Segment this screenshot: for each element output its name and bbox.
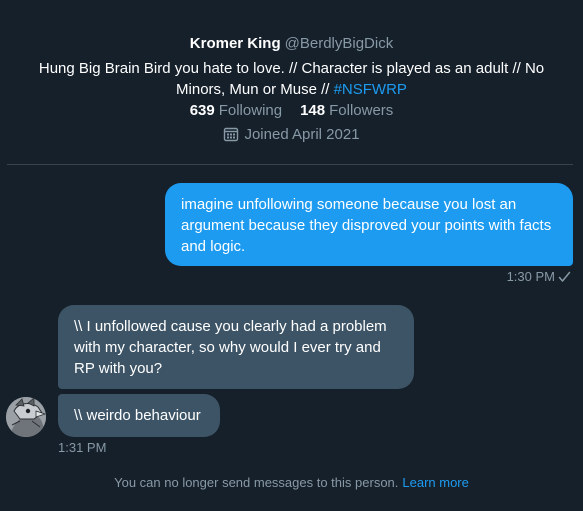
calendar-icon <box>223 126 239 148</box>
notice-text: You can no longer send messages to this … <box>114 475 399 490</box>
conversation-notice: You can no longer send messages to this … <box>0 474 583 491</box>
message-text: imagine unfollowing someone because you … <box>181 196 552 255</box>
display-name[interactable]: Kromer King <box>190 35 281 52</box>
divider <box>7 164 573 165</box>
message-timestamp-outgoing: 1:30 PM <box>507 268 571 287</box>
message-text: \\ weirdo behaviour <box>74 407 201 424</box>
user-handle[interactable]: @BerdlyBigDick <box>285 35 394 52</box>
message-bubble-incoming[interactable]: \\ I unfollowed cause you clearly had a … <box>58 305 414 389</box>
avatar[interactable] <box>6 397 46 437</box>
message-bubble-outgoing[interactable]: imagine unfollowing someone because you … <box>165 183 573 266</box>
profile-stats: 639 Following 148 Followers <box>0 101 583 121</box>
followers-count: 148 <box>300 102 326 119</box>
profile-name-line: Kromer King @BerdlyBigDick <box>0 35 583 53</box>
bio-text: Hung Big Brain Bird you hate to love. //… <box>38 60 545 98</box>
message-time: 1:31 PM <box>58 440 107 455</box>
followers-label: Followers <box>329 102 394 119</box>
following-count: 639 <box>189 102 215 119</box>
avatar-image <box>6 397 46 437</box>
checkmark-icon <box>558 270 571 287</box>
following-label: Following <box>218 102 283 119</box>
followers-link[interactable]: 148 Followers <box>300 102 393 119</box>
message-text: \\ I unfollowed cause you clearly had a … <box>74 318 387 377</box>
following-link[interactable]: 639 Following <box>190 102 282 119</box>
joined-text: Joined April 2021 <box>244 126 360 143</box>
message-time: 1:30 PM <box>506 269 555 284</box>
profile-bio: Hung Big Brain Bird you hate to love. //… <box>24 58 559 100</box>
message-bubble-incoming[interactable]: \\ weirdo behaviour <box>58 394 220 437</box>
message-timestamp-incoming: 1:31 PM <box>58 439 106 456</box>
bio-hashtag[interactable]: #NSFWRP <box>334 81 407 98</box>
learn-more-link[interactable]: Learn more <box>402 475 468 490</box>
joined-date: Joined April 2021 <box>0 125 583 148</box>
